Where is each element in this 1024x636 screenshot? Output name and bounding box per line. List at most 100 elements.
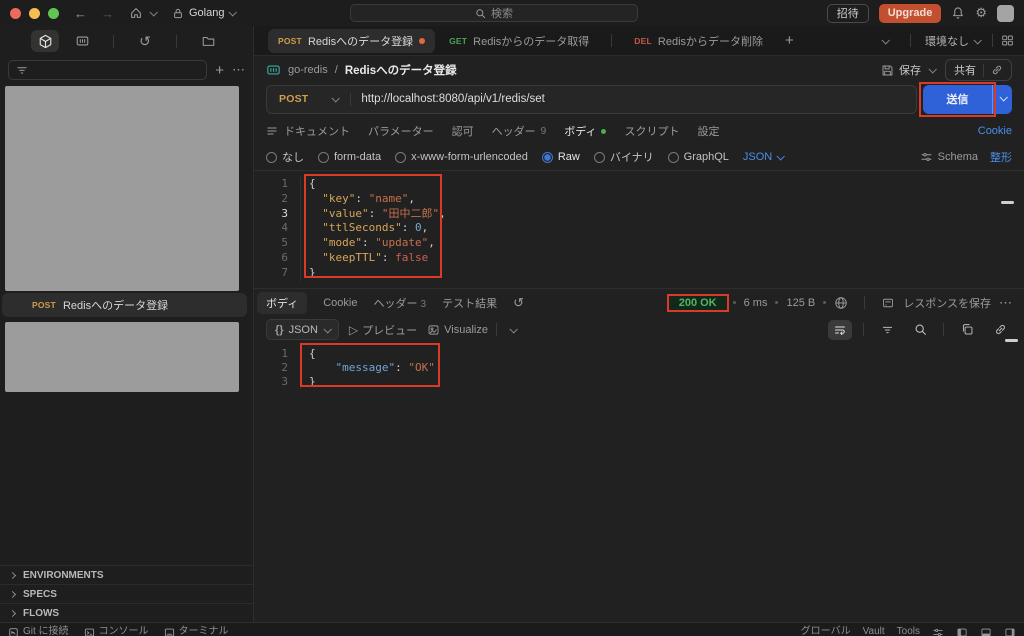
code-line[interactable]: 1{ (254, 177, 1024, 192)
copy-link-icon[interactable] (988, 320, 1012, 340)
environment-chevron-icon[interactable] (973, 35, 982, 45)
save-response-icon[interactable] (881, 297, 895, 309)
request-title[interactable]: Redisへのデータ登録 (345, 62, 457, 78)
apis-icon[interactable] (68, 30, 96, 52)
home-menu-chevron-icon[interactable] (149, 8, 158, 17)
tab-redis-get[interactable]: GET Redisからのデータ取得 (439, 29, 599, 53)
code-line[interactable]: 3 "value": "田中二郎", (254, 206, 1024, 222)
terminal-button[interactable]: ターミナル (164, 625, 229, 636)
response-tab-headers[interactable]: ヘッダー 3 (373, 295, 426, 311)
raw-language-selector[interactable]: JSON (743, 151, 786, 163)
history-icon[interactable]: ↺ (131, 30, 159, 52)
send-button[interactable]: 送信 (923, 84, 1012, 114)
network-globe-icon[interactable] (834, 296, 848, 310)
tab-overflow-chevron-icon[interactable] (881, 35, 890, 45)
maximize-window-button[interactable] (48, 7, 59, 19)
url-input[interactable]: http://localhost:8080/api/v1/redis/set (361, 93, 544, 105)
save-options-chevron-icon[interactable] (928, 65, 937, 74)
preview-button[interactable]: ▷ プレビュー (349, 322, 417, 338)
tab-settings[interactable]: 設定 (697, 123, 719, 139)
upgrade-button[interactable]: Upgrade (878, 3, 942, 23)
sidebar-more-icon[interactable]: ⋯ (232, 62, 245, 78)
response-time[interactable]: 6 ms (744, 297, 768, 309)
environment-quick-look-icon[interactable] (1001, 34, 1014, 47)
response-size[interactable]: 125 B (786, 297, 815, 309)
sidebar-section-specs[interactable]: SPECS (0, 584, 253, 603)
code-line[interactable]: 3} (254, 375, 1024, 389)
close-window-button[interactable] (10, 7, 21, 19)
bodytype-none-radio[interactable]: なし (266, 149, 304, 165)
response-history-icon[interactable]: ↺ (513, 295, 524, 311)
filter-results-icon[interactable] (875, 320, 899, 340)
tab-redis-del[interactable]: DEL Redisからデータ削除 (624, 29, 773, 53)
method-chevron-icon[interactable] (331, 94, 341, 103)
code-line[interactable]: 5 "mode": "update", (254, 236, 1024, 251)
invite-button[interactable]: 招待 (826, 3, 869, 23)
minimize-window-button[interactable] (29, 7, 40, 19)
breadcrumb-collection[interactable]: go-redis (288, 64, 328, 76)
visualize-chevron-icon[interactable] (509, 324, 518, 334)
tools-button[interactable]: Tools (897, 625, 920, 636)
visualize-button[interactable]: Visualize (427, 323, 518, 336)
schema-button[interactable]: Schema (920, 151, 978, 163)
response-more-icon[interactable]: ⋯ (999, 295, 1012, 311)
workspace-name[interactable]: Golang (189, 7, 224, 19)
toggle-bottom-panel-icon[interactable] (980, 627, 992, 636)
request-editor-scroll-marker[interactable] (1001, 201, 1014, 204)
response-tab-body[interactable]: ボディ (257, 291, 308, 314)
cookies-link[interactable]: Cookie (978, 125, 1012, 137)
response-tab-cookies[interactable]: Cookie (323, 297, 357, 309)
share-button[interactable]: 共有 (945, 59, 1012, 81)
home-icon[interactable] (129, 6, 143, 20)
status-badge[interactable]: 200 OK (670, 293, 725, 312)
code-line[interactable]: 1{ (254, 347, 1024, 361)
sidebar-section-flows[interactable]: FLOWS (0, 603, 253, 622)
code-line[interactable]: 2 "message": "OK" (254, 361, 1024, 375)
bodytype-urlencoded-radio[interactable]: x-www-form-urlencoded (395, 151, 528, 163)
send-options-chevron[interactable] (992, 84, 1012, 114)
new-tab-button[interactable]: + (777, 32, 802, 49)
wrap-text-icon[interactable] (828, 319, 852, 340)
save-button[interactable]: 保存 (899, 62, 921, 78)
settings-gear-icon[interactable]: ⚙ (975, 5, 987, 21)
notifications-bell-icon[interactable] (951, 6, 965, 20)
environment-selector[interactable]: 環境なし (925, 33, 969, 49)
share-link-icon[interactable] (991, 64, 1003, 76)
tab-scripts[interactable]: スクリプト (624, 123, 679, 139)
tab-auth[interactable]: 認可 (452, 123, 474, 139)
tab-headers[interactable]: ヘッダー 9 (492, 123, 547, 139)
request-body-editor[interactable]: 1{2 "key": "name", 3 "value": "田中二郎", 4 "t… (254, 170, 1024, 289)
tab-params[interactable]: パラメーター (368, 123, 434, 139)
bodytype-formdata-radio[interactable]: form-data (318, 151, 381, 163)
response-format-selector[interactable]: {} JSON (266, 319, 339, 340)
beautify-button[interactable]: 整形 (990, 149, 1012, 165)
code-line[interactable]: 4 "ttlSeconds": 0, (254, 221, 1024, 237)
save-response-button[interactable]: レスポンスを保存 (903, 295, 991, 311)
code-line[interactable]: 6 "keepTTL": false (254, 250, 1024, 266)
console-button[interactable]: コンソール (84, 625, 149, 636)
code-line[interactable]: 2 "key": "name", (254, 191, 1024, 207)
sidebar-section-environments[interactable]: ENVIRONMENTS (0, 565, 253, 584)
git-connect-button[interactable]: Git に接続 (8, 625, 69, 636)
vault-button[interactable]: Vault (863, 625, 885, 636)
global-search-input[interactable]: 検索 (350, 4, 638, 22)
global-variables-button[interactable]: グローバル (801, 625, 851, 636)
sidebar-item-redis-set[interactable]: POST Redisへのデータ登録 (2, 293, 247, 317)
settings-sliders-icon[interactable] (932, 627, 944, 636)
toggle-left-panel-icon[interactable] (956, 627, 968, 636)
collections-icon[interactable] (31, 30, 59, 52)
workspace-chevron-icon[interactable] (228, 8, 238, 17)
response-tab-tests[interactable]: テスト結果 (442, 295, 497, 311)
avatar[interactable] (997, 4, 1014, 22)
filter-input[interactable] (8, 60, 208, 80)
response-body-viewer[interactable]: 1{2 "message": "OK" 3} (254, 343, 1024, 622)
forward-icon[interactable]: → (101, 6, 114, 21)
tab-body[interactable]: ボディ (564, 123, 607, 139)
back-icon[interactable]: ← (74, 6, 87, 21)
tab-documentation[interactable]: ドキュメント (284, 123, 350, 139)
code-line[interactable]: 7} (254, 265, 1024, 281)
save-icon[interactable] (881, 64, 894, 77)
add-button[interactable]: + (215, 62, 224, 79)
bodytype-raw-radio[interactable]: Raw (541, 151, 580, 163)
bodytype-graphql-radio[interactable]: GraphQL (667, 151, 729, 163)
